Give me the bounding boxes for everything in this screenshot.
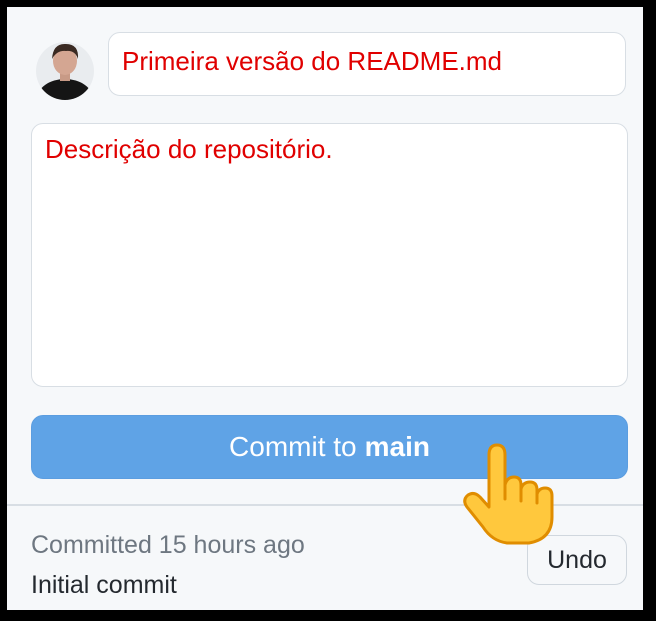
pointing-hand-icon (459, 439, 559, 549)
user-avatar (35, 37, 95, 101)
commit-description-textarea[interactable]: Descrição do repositório. (31, 123, 628, 387)
last-commit-message: Initial commit (31, 571, 177, 599)
commit-summary-input[interactable]: Primeira versão do README.md (108, 32, 626, 96)
commit-button-branch: main (364, 431, 430, 462)
commit-button-label: Commit to (229, 431, 357, 462)
last-commit-status: Committed 15 hours ago (31, 531, 305, 559)
commit-panel: Primeira versão do README.md Descrição d… (7, 7, 643, 610)
